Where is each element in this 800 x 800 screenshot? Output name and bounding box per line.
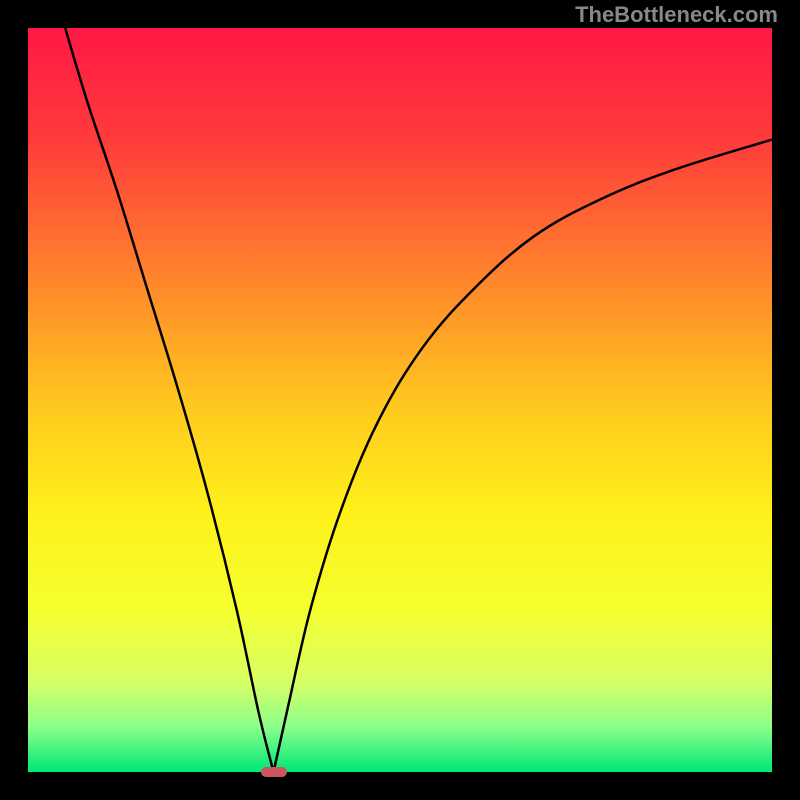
- gradient-background: [28, 28, 772, 772]
- watermark-text: TheBottleneck.com: [575, 2, 778, 28]
- plot-area: [28, 28, 772, 772]
- chart-svg: [28, 28, 772, 772]
- chart-container: TheBottleneck.com: [0, 0, 800, 800]
- minimum-marker: [261, 767, 287, 777]
